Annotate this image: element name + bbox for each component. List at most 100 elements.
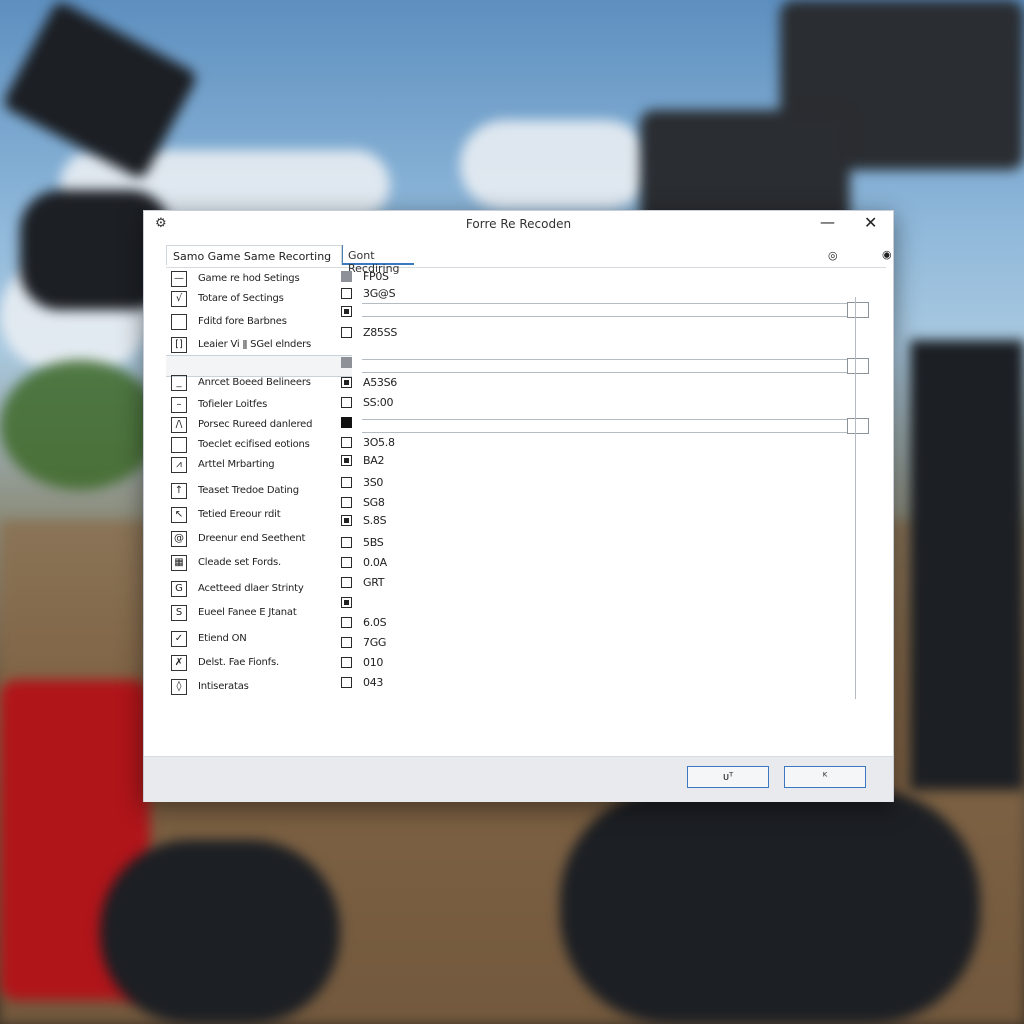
value-text: S.8S — [363, 514, 387, 527]
sidebar-item-label: Acetteed dlaer Strinty — [198, 583, 304, 594]
sidebar-item-label: Game re hod Setings — [198, 273, 300, 284]
sidebar-item-label: Tetied Ereour rdit — [198, 509, 281, 520]
tab-game-recording[interactable]: Samo Game Same Recorting — [166, 245, 342, 265]
value-checkbox[interactable] — [341, 657, 352, 668]
sidebar-item-label: Teaset Tredoe Dating — [198, 485, 299, 496]
value-checkbox[interactable] — [341, 377, 352, 388]
s-box-icon: S — [171, 605, 187, 621]
value-checkbox[interactable] — [341, 515, 352, 526]
value-checkbox[interactable] — [341, 597, 352, 608]
value-checkbox[interactable] — [341, 557, 352, 568]
value-checkbox[interactable] — [341, 306, 352, 317]
sidebar-item-label: Dreenur end Seethent — [198, 533, 306, 544]
sidebar-item-label: Intiseratas — [198, 681, 249, 692]
sidebar-item-label: Anrcet Boeed Belineers — [198, 377, 311, 388]
slider-1[interactable] — [362, 302, 870, 318]
grid-box-icon: ▦ — [171, 555, 187, 571]
tick-box-icon: ↑ — [171, 483, 187, 499]
value-text: 7GG — [363, 636, 387, 649]
dialog-footer: ᴜᵀ ᴷ — [144, 756, 893, 802]
value-checkbox[interactable] — [341, 477, 352, 488]
background-cloud — [460, 120, 650, 210]
value-text: 010 — [363, 656, 384, 669]
vertical-scrollbar[interactable] — [855, 297, 856, 699]
value-text: Z85SS — [363, 326, 397, 339]
value-checkbox[interactable] — [341, 677, 352, 688]
bracket-box-icon: [] — [171, 337, 187, 353]
sidebar-item-label: Fditd fore Barbnes — [198, 316, 287, 327]
value-checkbox[interactable] — [341, 577, 352, 588]
slider-track[interactable] — [362, 303, 852, 317]
value-checkbox[interactable] — [341, 271, 352, 282]
sidebar-item-label: Totare of Sectings — [198, 293, 284, 304]
sidebar-item-label: Porsec Rureed danlered — [198, 419, 313, 430]
ok-button[interactable]: ᴜᵀ — [687, 766, 769, 788]
sidebar-item-label: Tofieler Loitfes — [198, 399, 268, 410]
sidebar-item-label: Toeclet ecifised eotions — [198, 439, 310, 450]
sidebar-item-label: Delst. Fae Fionfs. — [198, 657, 279, 668]
tab-recording[interactable]: Gont Recdiring — [342, 245, 414, 275]
close-button[interactable]: ✕ — [864, 213, 877, 232]
value-checkbox[interactable] — [341, 637, 352, 648]
settings-dialog: ⚙ Forre Re Recoden — ✕ Samo Game Same Re… — [143, 210, 894, 802]
value-text: FP0S — [363, 270, 389, 283]
value-checkbox[interactable] — [341, 357, 352, 368]
value-text: GRT — [363, 576, 385, 589]
window-title: Forre Re Recoden — [465, 217, 572, 231]
value-text: 3G@S — [363, 287, 396, 300]
pen-box-icon: ✗ — [171, 655, 187, 671]
value-text: 3S0 — [363, 476, 384, 489]
tab-bar: Samo Game Same Recorting Gont Recdiring … — [166, 245, 892, 275]
slider-track[interactable] — [362, 359, 852, 373]
value-checkbox[interactable] — [341, 437, 352, 448]
slider-thumb[interactable] — [847, 358, 869, 374]
circle-settings-icon[interactable]: ◎ — [828, 249, 838, 262]
value-text: 3O5.8 — [363, 436, 395, 449]
value-checkbox[interactable] — [341, 497, 352, 508]
slash-box-icon: /\ — [171, 417, 187, 433]
checkmark-box-icon: √ — [171, 291, 187, 307]
value-text: 043 — [363, 676, 384, 689]
value-checkbox[interactable] — [341, 537, 352, 548]
empty-box-icon — [171, 314, 187, 330]
sidebar-item-label: Cleade set Fords. — [198, 557, 281, 568]
spiral-box-icon: @ — [171, 531, 187, 547]
value-checkbox[interactable] — [341, 327, 352, 338]
background-bush — [0, 360, 160, 490]
value-text: 0.0A — [363, 556, 387, 569]
dash-box-icon: – — [171, 397, 187, 413]
slider-thumb[interactable] — [847, 418, 869, 434]
check-box-icon: ✓ — [171, 631, 187, 647]
value-text: 6.0S — [363, 616, 387, 629]
g-box-icon: G — [171, 581, 187, 597]
corner-box-icon: ↖ — [171, 507, 187, 523]
background-wheel — [560, 790, 980, 1024]
value-text: 5BS — [363, 536, 384, 549]
slider-track[interactable] — [362, 419, 852, 433]
circle-box-icon: ◊ — [171, 679, 187, 695]
value-checkbox[interactable] — [341, 455, 352, 466]
slider-3[interactable] — [362, 418, 870, 434]
value-text: SS:00 — [363, 396, 394, 409]
cancel-button[interactable]: ᴷ — [784, 766, 866, 788]
line-chart-box-icon: ⩘ — [171, 457, 187, 473]
minus-box-icon: — — [171, 271, 187, 287]
value-text: A53S6 — [363, 376, 398, 389]
sidebar-item-label: Leaier Vi ǁ SGel elnders — [198, 339, 312, 350]
underline-box-icon: _ — [171, 375, 187, 391]
value-text: BA2 — [363, 454, 385, 467]
slider-2[interactable] — [362, 358, 870, 374]
sidebar-item-label: Etiend ON — [198, 633, 247, 644]
background-robot-leg — [910, 340, 1024, 790]
title-bar: ⚙ Forre Re Recoden — ✕ — [144, 211, 893, 239]
circle-icon[interactable]: ◉ — [882, 248, 892, 261]
sidebar-item-label: Eueel Fanee E Jtanat — [198, 607, 297, 618]
value-checkbox[interactable] — [341, 617, 352, 628]
minimize-button[interactable]: — — [820, 213, 835, 231]
slider-thumb[interactable] — [847, 302, 869, 318]
sidebar-item-label: Arttel Mrbarting — [198, 459, 275, 470]
value-checkbox[interactable] — [341, 288, 352, 299]
value-checkbox[interactable] — [341, 417, 352, 428]
value-checkbox[interactable] — [341, 397, 352, 408]
background-wheel — [100, 840, 340, 1024]
